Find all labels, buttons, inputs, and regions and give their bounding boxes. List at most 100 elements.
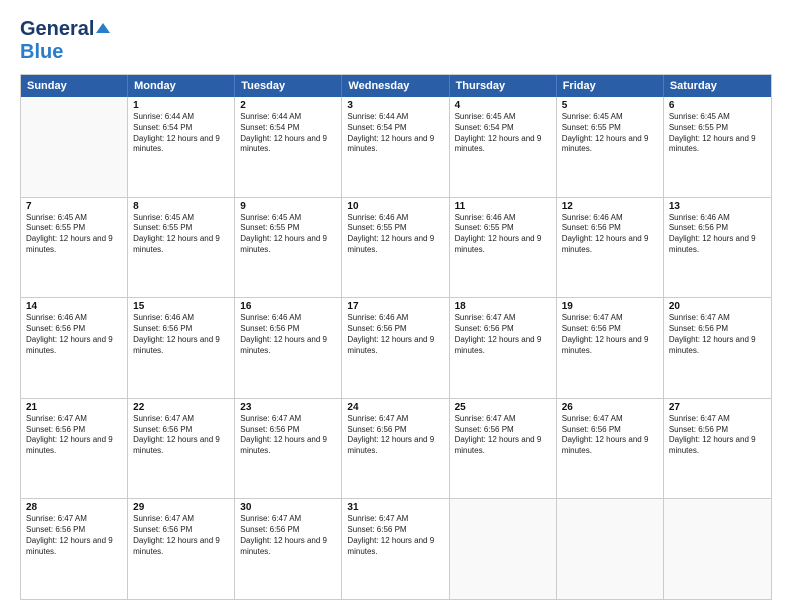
calendar-cell: 3Sunrise: 6:44 AM Sunset: 6:54 PM Daylig… bbox=[342, 97, 449, 197]
logo-top: General bbox=[20, 18, 110, 41]
calendar-cell: 9Sunrise: 6:45 AM Sunset: 6:55 PM Daylig… bbox=[235, 198, 342, 298]
calendar-cell: 29Sunrise: 6:47 AM Sunset: 6:56 PM Dayli… bbox=[128, 499, 235, 599]
calendar-cell: 23Sunrise: 6:47 AM Sunset: 6:56 PM Dayli… bbox=[235, 399, 342, 499]
day-number: 1 bbox=[133, 100, 229, 111]
day-number: 20 bbox=[669, 301, 766, 312]
weekday-header: Thursday bbox=[450, 75, 557, 97]
calendar-cell bbox=[557, 499, 664, 599]
cell-sun-info: Sunrise: 6:45 AM Sunset: 6:55 PM Dayligh… bbox=[562, 112, 658, 155]
day-number: 24 bbox=[347, 402, 443, 413]
cell-sun-info: Sunrise: 6:47 AM Sunset: 6:56 PM Dayligh… bbox=[26, 414, 122, 457]
day-number: 7 bbox=[26, 201, 122, 212]
cell-sun-info: Sunrise: 6:46 AM Sunset: 6:56 PM Dayligh… bbox=[26, 313, 122, 356]
cell-sun-info: Sunrise: 6:47 AM Sunset: 6:56 PM Dayligh… bbox=[133, 414, 229, 457]
cell-sun-info: Sunrise: 6:47 AM Sunset: 6:56 PM Dayligh… bbox=[347, 414, 443, 457]
calendar-cell: 12Sunrise: 6:46 AM Sunset: 6:56 PM Dayli… bbox=[557, 198, 664, 298]
calendar-cell: 13Sunrise: 6:46 AM Sunset: 6:56 PM Dayli… bbox=[664, 198, 771, 298]
calendar-cell: 15Sunrise: 6:46 AM Sunset: 6:56 PM Dayli… bbox=[128, 298, 235, 398]
calendar-cell: 8Sunrise: 6:45 AM Sunset: 6:55 PM Daylig… bbox=[128, 198, 235, 298]
calendar-cell: 28Sunrise: 6:47 AM Sunset: 6:56 PM Dayli… bbox=[21, 499, 128, 599]
calendar-week-row: 21Sunrise: 6:47 AM Sunset: 6:56 PM Dayli… bbox=[21, 399, 771, 500]
calendar: SundayMondayTuesdayWednesdayThursdayFrid… bbox=[20, 74, 772, 600]
cell-sun-info: Sunrise: 6:44 AM Sunset: 6:54 PM Dayligh… bbox=[240, 112, 336, 155]
cell-sun-info: Sunrise: 6:47 AM Sunset: 6:56 PM Dayligh… bbox=[455, 414, 551, 457]
cell-sun-info: Sunrise: 6:46 AM Sunset: 6:56 PM Dayligh… bbox=[133, 313, 229, 356]
calendar-cell: 22Sunrise: 6:47 AM Sunset: 6:56 PM Dayli… bbox=[128, 399, 235, 499]
calendar-cell bbox=[21, 97, 128, 197]
day-number: 25 bbox=[455, 402, 551, 413]
calendar-cell: 17Sunrise: 6:46 AM Sunset: 6:56 PM Dayli… bbox=[342, 298, 449, 398]
logo-general-text: General bbox=[20, 18, 94, 41]
day-number: 9 bbox=[240, 201, 336, 212]
calendar-cell: 6Sunrise: 6:45 AM Sunset: 6:55 PM Daylig… bbox=[664, 97, 771, 197]
day-number: 31 bbox=[347, 502, 443, 513]
weekday-header: Monday bbox=[128, 75, 235, 97]
cell-sun-info: Sunrise: 6:47 AM Sunset: 6:56 PM Dayligh… bbox=[669, 313, 766, 356]
day-number: 26 bbox=[562, 402, 658, 413]
calendar-cell: 2Sunrise: 6:44 AM Sunset: 6:54 PM Daylig… bbox=[235, 97, 342, 197]
cell-sun-info: Sunrise: 6:47 AM Sunset: 6:56 PM Dayligh… bbox=[240, 414, 336, 457]
calendar-body: 1Sunrise: 6:44 AM Sunset: 6:54 PM Daylig… bbox=[21, 97, 771, 599]
day-number: 19 bbox=[562, 301, 658, 312]
calendar-cell: 27Sunrise: 6:47 AM Sunset: 6:56 PM Dayli… bbox=[664, 399, 771, 499]
day-number: 8 bbox=[133, 201, 229, 212]
day-number: 17 bbox=[347, 301, 443, 312]
cell-sun-info: Sunrise: 6:45 AM Sunset: 6:55 PM Dayligh… bbox=[669, 112, 766, 155]
cell-sun-info: Sunrise: 6:46 AM Sunset: 6:56 PM Dayligh… bbox=[240, 313, 336, 356]
calendar-cell bbox=[450, 499, 557, 599]
logo-blue-text: Blue bbox=[20, 41, 110, 64]
cell-sun-info: Sunrise: 6:45 AM Sunset: 6:55 PM Dayligh… bbox=[133, 213, 229, 256]
calendar-cell: 5Sunrise: 6:45 AM Sunset: 6:55 PM Daylig… bbox=[557, 97, 664, 197]
cell-sun-info: Sunrise: 6:47 AM Sunset: 6:56 PM Dayligh… bbox=[133, 514, 229, 557]
calendar-cell: 31Sunrise: 6:47 AM Sunset: 6:56 PM Dayli… bbox=[342, 499, 449, 599]
cell-sun-info: Sunrise: 6:46 AM Sunset: 6:56 PM Dayligh… bbox=[562, 213, 658, 256]
day-number: 15 bbox=[133, 301, 229, 312]
day-number: 10 bbox=[347, 201, 443, 212]
day-number: 11 bbox=[455, 201, 551, 212]
calendar-cell: 19Sunrise: 6:47 AM Sunset: 6:56 PM Dayli… bbox=[557, 298, 664, 398]
calendar-cell: 10Sunrise: 6:46 AM Sunset: 6:55 PM Dayli… bbox=[342, 198, 449, 298]
calendar-cell: 1Sunrise: 6:44 AM Sunset: 6:54 PM Daylig… bbox=[128, 97, 235, 197]
calendar-cell: 4Sunrise: 6:45 AM Sunset: 6:54 PM Daylig… bbox=[450, 97, 557, 197]
weekday-header: Tuesday bbox=[235, 75, 342, 97]
calendar-cell: 30Sunrise: 6:47 AM Sunset: 6:56 PM Dayli… bbox=[235, 499, 342, 599]
day-number: 13 bbox=[669, 201, 766, 212]
day-number: 29 bbox=[133, 502, 229, 513]
calendar-cell: 21Sunrise: 6:47 AM Sunset: 6:56 PM Dayli… bbox=[21, 399, 128, 499]
weekday-header: Wednesday bbox=[342, 75, 449, 97]
weekday-header: Saturday bbox=[664, 75, 771, 97]
cell-sun-info: Sunrise: 6:44 AM Sunset: 6:54 PM Dayligh… bbox=[133, 112, 229, 155]
logo: General Blue bbox=[20, 18, 110, 64]
day-number: 14 bbox=[26, 301, 122, 312]
day-number: 22 bbox=[133, 402, 229, 413]
calendar-cell: 24Sunrise: 6:47 AM Sunset: 6:56 PM Dayli… bbox=[342, 399, 449, 499]
calendar-cell: 11Sunrise: 6:46 AM Sunset: 6:55 PM Dayli… bbox=[450, 198, 557, 298]
day-number: 30 bbox=[240, 502, 336, 513]
cell-sun-info: Sunrise: 6:46 AM Sunset: 6:55 PM Dayligh… bbox=[455, 213, 551, 256]
day-number: 27 bbox=[669, 402, 766, 413]
cell-sun-info: Sunrise: 6:46 AM Sunset: 6:55 PM Dayligh… bbox=[347, 213, 443, 256]
cell-sun-info: Sunrise: 6:45 AM Sunset: 6:55 PM Dayligh… bbox=[26, 213, 122, 256]
calendar-week-row: 14Sunrise: 6:46 AM Sunset: 6:56 PM Dayli… bbox=[21, 298, 771, 399]
calendar-cell: 14Sunrise: 6:46 AM Sunset: 6:56 PM Dayli… bbox=[21, 298, 128, 398]
cell-sun-info: Sunrise: 6:47 AM Sunset: 6:56 PM Dayligh… bbox=[347, 514, 443, 557]
day-number: 2 bbox=[240, 100, 336, 111]
page: General Blue SundayMondayTuesdayWednesda… bbox=[0, 0, 792, 612]
cell-sun-info: Sunrise: 6:45 AM Sunset: 6:55 PM Dayligh… bbox=[240, 213, 336, 256]
cell-sun-info: Sunrise: 6:47 AM Sunset: 6:56 PM Dayligh… bbox=[240, 514, 336, 557]
logo-arrow-icon bbox=[96, 23, 110, 33]
day-number: 3 bbox=[347, 100, 443, 111]
day-number: 4 bbox=[455, 100, 551, 111]
calendar-week-row: 28Sunrise: 6:47 AM Sunset: 6:56 PM Dayli… bbox=[21, 499, 771, 599]
calendar-header: SundayMondayTuesdayWednesdayThursdayFrid… bbox=[21, 75, 771, 97]
calendar-cell: 20Sunrise: 6:47 AM Sunset: 6:56 PM Dayli… bbox=[664, 298, 771, 398]
day-number: 21 bbox=[26, 402, 122, 413]
cell-sun-info: Sunrise: 6:47 AM Sunset: 6:56 PM Dayligh… bbox=[669, 414, 766, 457]
cell-sun-info: Sunrise: 6:47 AM Sunset: 6:56 PM Dayligh… bbox=[455, 313, 551, 356]
day-number: 12 bbox=[562, 201, 658, 212]
calendar-cell: 18Sunrise: 6:47 AM Sunset: 6:56 PM Dayli… bbox=[450, 298, 557, 398]
cell-sun-info: Sunrise: 6:46 AM Sunset: 6:56 PM Dayligh… bbox=[669, 213, 766, 256]
calendar-week-row: 1Sunrise: 6:44 AM Sunset: 6:54 PM Daylig… bbox=[21, 97, 771, 198]
calendar-cell: 25Sunrise: 6:47 AM Sunset: 6:56 PM Dayli… bbox=[450, 399, 557, 499]
weekday-header: Friday bbox=[557, 75, 664, 97]
